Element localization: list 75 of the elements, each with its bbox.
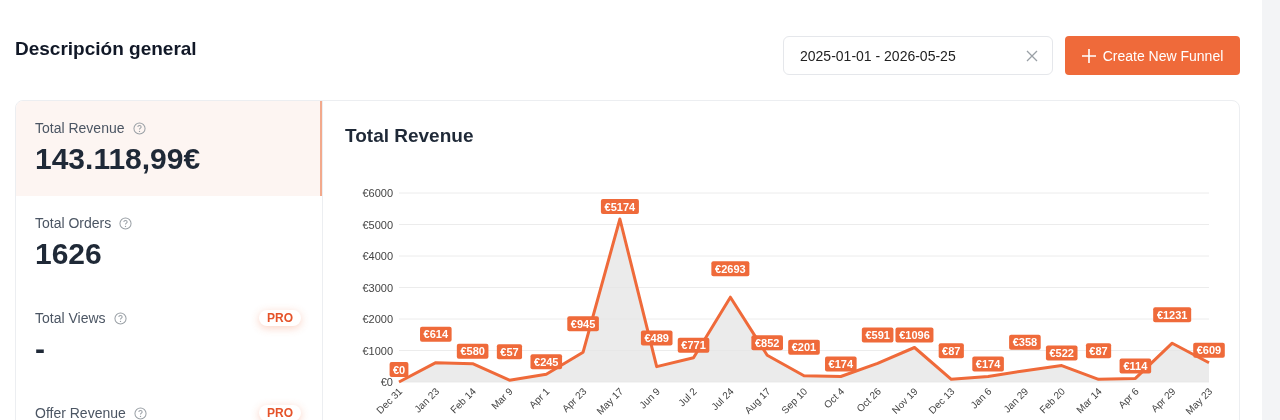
axis-label: Oct 4 bbox=[821, 385, 847, 411]
axis-label: €2000 bbox=[362, 313, 393, 325]
data-label: €87 bbox=[938, 343, 964, 359]
metric-label: Total Views bbox=[35, 310, 106, 326]
axis-label: €5000 bbox=[362, 218, 393, 231]
data-label: €2693 bbox=[711, 261, 750, 277]
plus-icon bbox=[1081, 48, 1096, 63]
data-label: €201 bbox=[788, 339, 820, 355]
axis-label: Apr 6 bbox=[1116, 385, 1141, 411]
data-label: €489 bbox=[640, 330, 673, 346]
axis-label: Dec 13 bbox=[926, 385, 957, 416]
axis-label: Jan 29 bbox=[1001, 385, 1031, 415]
axis-label: May 23 bbox=[1183, 385, 1215, 417]
data-label: €1231 bbox=[1153, 307, 1192, 323]
metric-tile[interactable]: Total Revenue 143.118,99€ bbox=[16, 101, 322, 196]
help-icon[interactable] bbox=[119, 216, 133, 230]
axis-label: Apr 23 bbox=[559, 385, 589, 415]
metric-label: Total Revenue bbox=[35, 120, 125, 136]
axis-label: Jan 6 bbox=[968, 385, 994, 411]
data-label: €174 bbox=[825, 356, 857, 372]
data-label: €614 bbox=[420, 326, 452, 342]
axis-label: €4000 bbox=[362, 250, 393, 262]
metric-tile[interactable]: Total Views PRO - bbox=[16, 291, 322, 386]
axis-label: May 17 bbox=[594, 385, 626, 417]
help-icon[interactable] bbox=[132, 121, 146, 135]
axis-label: Mar 9 bbox=[489, 385, 515, 412]
axis-label: €6000 bbox=[362, 187, 393, 199]
axis-label: Jan 23 bbox=[412, 385, 442, 415]
help-icon[interactable] bbox=[113, 311, 127, 325]
metric-label: Offer Revenue bbox=[35, 405, 126, 420]
data-label: €580 bbox=[456, 343, 489, 359]
data-label: €245 bbox=[530, 354, 563, 370]
data-label: €522 bbox=[1045, 345, 1078, 361]
metric-label: Total Orders bbox=[35, 215, 112, 231]
help-icon[interactable] bbox=[133, 406, 147, 420]
axis-label: €3000 bbox=[362, 281, 393, 294]
pro-badge: PRO bbox=[259, 310, 301, 326]
axis-label: Jul 24 bbox=[709, 385, 736, 413]
data-label: €771 bbox=[677, 337, 710, 353]
data-label: €609 bbox=[1193, 342, 1225, 358]
metric-tile[interactable]: Offer Revenue PRO bbox=[16, 386, 322, 420]
data-label: €945 bbox=[567, 316, 599, 332]
axis-label: Sep 10 bbox=[779, 385, 810, 416]
data-label: €591 bbox=[861, 327, 894, 343]
data-label: €0 bbox=[389, 362, 409, 377]
axis-label: Dec 31 bbox=[374, 385, 405, 416]
data-label: €174 bbox=[972, 356, 1004, 372]
data-label: €5174 bbox=[600, 199, 639, 214]
data-label: €358 bbox=[1009, 334, 1041, 350]
axis-label: €1000 bbox=[362, 344, 393, 357]
axis-label: Apr 1 bbox=[527, 385, 552, 411]
axis-label: Feb 14 bbox=[448, 385, 479, 416]
metric-value: 1626 bbox=[35, 237, 103, 271]
date-range-field[interactable]: 2025-01-01 - 2026-05-25 bbox=[783, 36, 1053, 75]
axis-label: Mar 14 bbox=[1074, 385, 1104, 416]
axis-label: Jun 9 bbox=[637, 385, 663, 411]
data-label: €57 bbox=[496, 344, 523, 360]
data-label: €87 bbox=[1085, 343, 1112, 359]
pro-badge: PRO bbox=[259, 405, 301, 420]
axis-label: €0 bbox=[380, 376, 393, 388]
data-label: €852 bbox=[751, 335, 783, 351]
axis-label: Oct 26 bbox=[854, 385, 884, 415]
axis-label: Nov 19 bbox=[889, 385, 920, 416]
data-label: €1096 bbox=[895, 327, 934, 343]
axis-label: Aug 17 bbox=[742, 385, 773, 416]
metric-tile[interactable]: Total Orders 1626 bbox=[16, 196, 322, 291]
data-label: €114 bbox=[1119, 358, 1152, 374]
chart-title: Total Revenue bbox=[345, 125, 475, 148]
metric-value: 143.118,99€ bbox=[35, 142, 202, 176]
page-title: Descripción general bbox=[15, 38, 197, 60]
metric-value: - bbox=[35, 332, 46, 366]
axis-label: Feb 20 bbox=[1037, 385, 1068, 416]
clear-icon[interactable] bbox=[1026, 49, 1038, 62]
axis-label: Apr 29 bbox=[1149, 385, 1178, 415]
axis-label: Jul 2 bbox=[676, 385, 699, 409]
